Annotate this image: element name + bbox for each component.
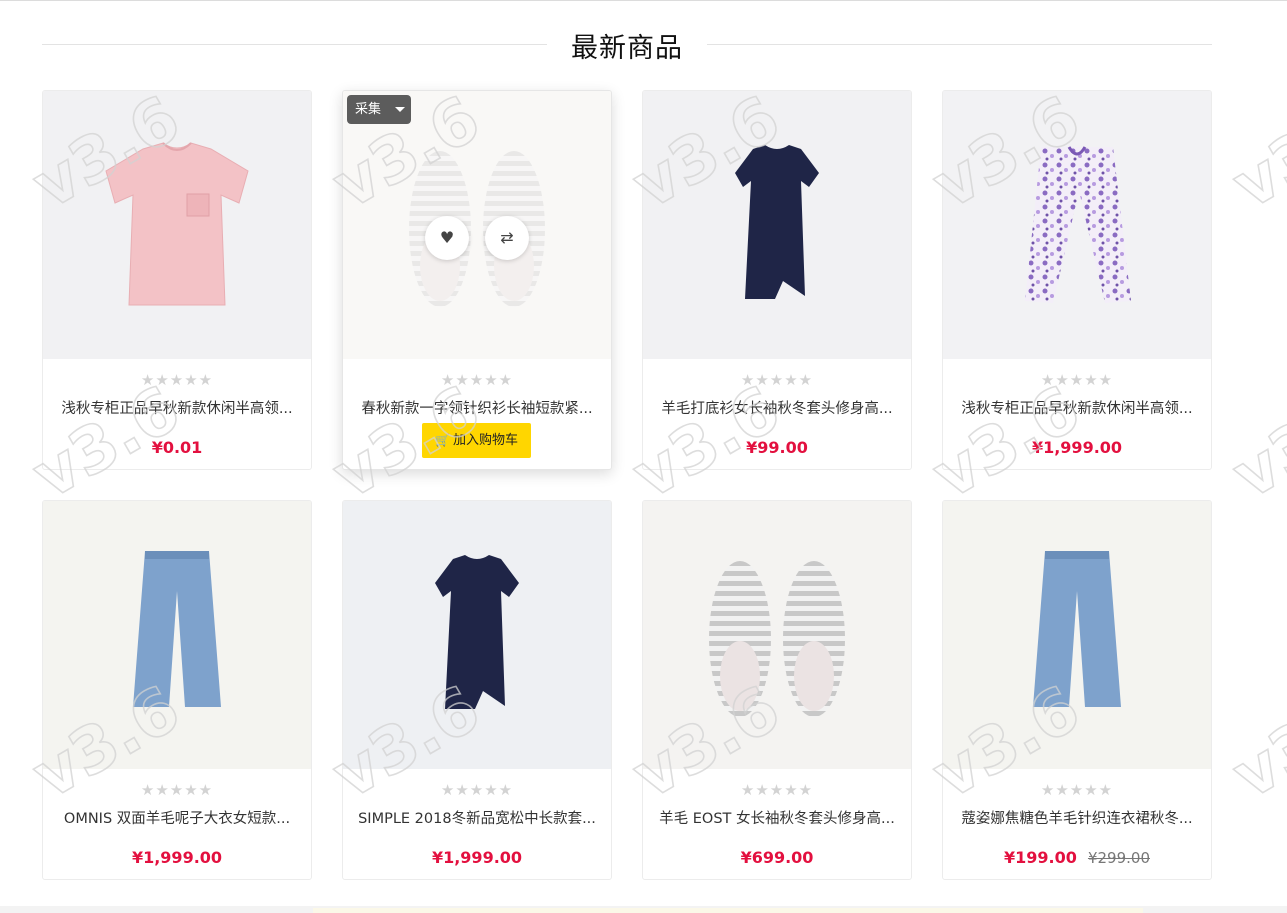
cart-icon: 🛒 <box>435 433 450 447</box>
watermark: v3.6 <box>1221 672 1287 814</box>
product-title[interactable]: 浅秋专柜正品早秋新款休闲半高领... <box>55 397 299 418</box>
product-title[interactable]: 蔻姿娜焦糖色羊毛针织连衣裙秋冬... <box>955 807 1199 828</box>
pink-tshirt-image <box>105 142 249 306</box>
heart-icon: ♥ <box>439 228 455 247</box>
compare-button[interactable]: ⇄ <box>485 216 529 260</box>
navy-dress-image <box>735 145 819 299</box>
top-divider <box>0 0 1287 1</box>
price-row: ¥1,999.00 <box>43 848 311 867</box>
footer-segment <box>313 908 1143 913</box>
product-card[interactable]: ★★★★★ OMNIS 双面羊毛呢子大衣女短款... ¥1,999.00 <box>42 500 312 880</box>
section-title: 最新商品 <box>571 33 683 64</box>
product-price: ¥99.00 <box>746 438 808 457</box>
rating-stars: ★★★★★ <box>740 371 814 389</box>
price-row: ¥1,999.00 <box>343 848 611 867</box>
product-price: ¥1,999.00 <box>431 848 523 867</box>
product-card[interactable]: 采集 ♥ ⇄ ★★★★★ 春秋新款一字领针织衫长袖短款紧... 🛒 加入购物车 <box>342 90 612 470</box>
product-price: ¥1,999.00 <box>131 848 223 867</box>
navy-dress-image <box>435 555 519 709</box>
jeans-image <box>133 551 221 707</box>
product-title[interactable]: 羊毛 EOST 女长袖秋冬套头修身高... <box>655 807 899 828</box>
product-image[interactable] <box>943 501 1211 769</box>
product-price: ¥699.00 <box>740 848 814 867</box>
product-title[interactable]: 浅秋专柜正品早秋新款休闲半高领... <box>955 397 1199 418</box>
product-card[interactable]: ★★★★★ 浅秋专柜正品早秋新款休闲半高领... ¥1,999.00 <box>942 90 1212 470</box>
product-title[interactable]: 羊毛打底衫女长袖秋冬套头修身高... <box>655 397 899 418</box>
floral-pants-image <box>1025 146 1131 303</box>
add-to-cart-label: 加入购物车 <box>452 433 518 448</box>
wishlist-button[interactable]: ♥ <box>425 216 469 260</box>
price-row: ¥199.00 ¥299.00 <box>943 848 1211 867</box>
product-title[interactable]: 春秋新款一字领针织衫长袖短款紧... <box>355 397 599 418</box>
product-image[interactable] <box>43 501 311 769</box>
product-image[interactable]: 采集 ♥ ⇄ <box>343 91 611 359</box>
slippers-image <box>709 561 845 717</box>
product-image[interactable] <box>643 91 911 359</box>
section-header: 最新商品 <box>42 22 1212 66</box>
product-card[interactable]: ★★★★★ 蔻姿娜焦糖色羊毛针织连衣裙秋冬... ¥199.00 ¥299.00 <box>942 500 1212 880</box>
price-row: ¥0.01 <box>43 438 311 457</box>
product-image[interactable] <box>943 91 1211 359</box>
footer-edge <box>0 906 1287 913</box>
product-card[interactable]: ★★★★★ 羊毛打底衫女长袖秋冬套头修身高... ¥99.00 <box>642 90 912 470</box>
product-title[interactable]: SIMPLE 2018冬新品宽松中长款套... <box>355 807 599 828</box>
product-price: ¥199.00 <box>1004 848 1077 867</box>
add-to-cart-button[interactable]: 🛒 加入购物车 <box>422 423 531 458</box>
caret-down-icon <box>395 107 405 112</box>
rating-stars: ★★★★★ <box>440 371 514 389</box>
product-image[interactable] <box>643 501 911 769</box>
collect-button[interactable]: 采集 <box>347 95 411 124</box>
rating-stars: ★★★★★ <box>1040 781 1114 799</box>
rating-stars: ★★★★★ <box>1040 371 1114 389</box>
product-price: ¥1,999.00 <box>1031 438 1123 457</box>
product-image[interactable] <box>43 91 311 359</box>
price-row: ¥1,999.00 <box>943 438 1211 457</box>
header-rule-right <box>707 44 1212 45</box>
product-card[interactable]: ★★★★★ SIMPLE 2018冬新品宽松中长款套... ¥1,999.00 <box>342 500 612 880</box>
rating-stars: ★★★★★ <box>140 781 214 799</box>
product-price: ¥0.01 <box>151 438 203 457</box>
rating-stars: ★★★★★ <box>440 781 514 799</box>
product-image[interactable] <box>343 501 611 769</box>
watermark: v3.6 <box>1221 372 1287 514</box>
product-title[interactable]: OMNIS 双面羊毛呢子大衣女短款... <box>55 807 299 828</box>
header-rule-left <box>42 44 547 45</box>
rating-stars: ★★★★★ <box>740 781 814 799</box>
price-row: ¥699.00 <box>643 848 911 867</box>
price-row: ¥99.00 <box>643 438 911 457</box>
original-price: ¥299.00 <box>1087 849 1150 867</box>
slippers-image <box>409 151 545 307</box>
jeans-image <box>1033 551 1121 707</box>
rating-stars: ★★★★★ <box>140 371 214 389</box>
compare-arrows-icon: ⇄ <box>500 228 514 247</box>
collect-label: 采集 <box>355 102 382 117</box>
product-card[interactable]: ★★★★★ 浅秋专柜正品早秋新款休闲半高领... ¥0.01 <box>42 90 312 470</box>
watermark: v3.6 <box>1221 82 1287 224</box>
product-card[interactable]: ★★★★★ 羊毛 EOST 女长袖秋冬套头修身高... ¥699.00 <box>642 500 912 880</box>
